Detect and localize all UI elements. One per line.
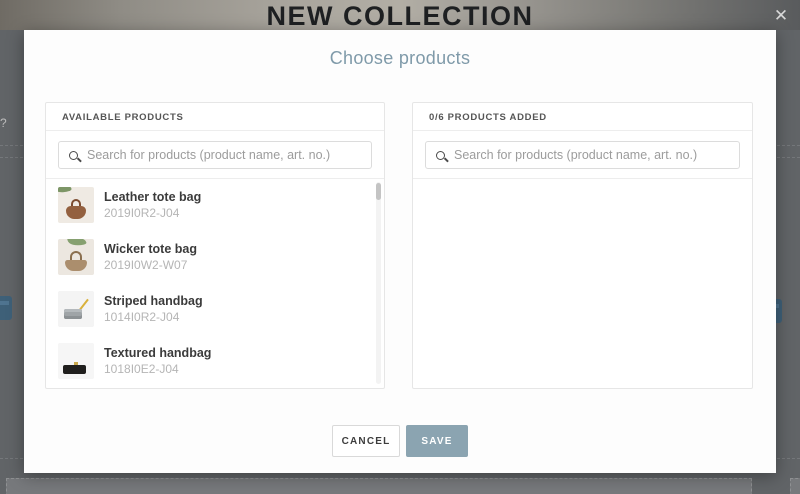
added-search-input[interactable] [454,148,729,162]
background-page-title: NEW COLLECTION [0,0,800,32]
palm-leaf-icon [67,239,86,248]
bag-icon [66,206,86,219]
available-search-area [46,131,384,179]
background-card [790,478,800,494]
product-thumbnail [58,239,94,275]
product-thumbnail [58,187,94,223]
product-thumbnail [58,343,94,379]
cancel-button[interactable]: CANCEL [332,425,400,457]
save-button[interactable]: SAVE [406,425,468,457]
product-row[interactable]: Textured handbag 1018I0E2-J04 [46,335,384,387]
background-card [6,478,752,494]
search-icon [69,151,78,160]
product-row[interactable]: Leather tote bag 2019I0R2-J04 [46,179,384,231]
added-products-header: 0/6 PRODUCTS ADDED [413,103,752,131]
page: NEW COLLECTION ? ✕ Choose products AVAIL… [0,0,800,494]
added-search-box [425,141,740,169]
available-search-box [58,141,372,169]
scrollbar[interactable] [376,182,381,384]
available-products-list: Leather tote bag 2019I0R2-J04 Wicker tot… [46,179,384,387]
bag-icon [65,260,87,271]
product-sku: 1014I0R2-J04 [104,310,203,324]
available-products-panel: AVAILABLE PRODUCTS Leather tote bag [45,102,385,389]
added-search-area [413,131,752,179]
search-icon [436,151,445,160]
bag-icon [64,309,82,319]
background-help-glyph: ? [0,116,7,130]
background-product-icon [0,296,12,320]
added-products-panel: 0/6 PRODUCTS ADDED [412,102,753,389]
available-search-input[interactable] [87,148,361,162]
modal-title: Choose products [24,48,776,69]
product-name: Striped handbag [104,294,203,308]
scrollbar-thumb[interactable] [376,183,381,200]
product-name: Leather tote bag [104,190,201,204]
palm-leaf-icon [58,187,72,195]
product-sku: 1018I0E2-J04 [104,362,211,376]
product-sku: 2019I0R2-J04 [104,206,201,220]
bag-icon [63,365,86,374]
choose-products-modal: Choose products AVAILABLE PRODUCTS [24,30,776,473]
product-sku: 2019I0W2-W07 [104,258,197,272]
product-name: Textured handbag [104,346,211,360]
available-products-header: AVAILABLE PRODUCTS [46,103,384,131]
background-hero: NEW COLLECTION [0,0,800,30]
product-name: Wicker tote bag [104,242,197,256]
close-icon[interactable]: ✕ [770,5,792,27]
product-row[interactable]: Striped handbag 1014I0R2-J04 [46,283,384,335]
product-row[interactable]: Wicker tote bag 2019I0W2-W07 [46,231,384,283]
product-thumbnail [58,291,94,327]
modal-footer: CANCEL SAVE [24,425,776,457]
added-products-list [413,179,752,387]
